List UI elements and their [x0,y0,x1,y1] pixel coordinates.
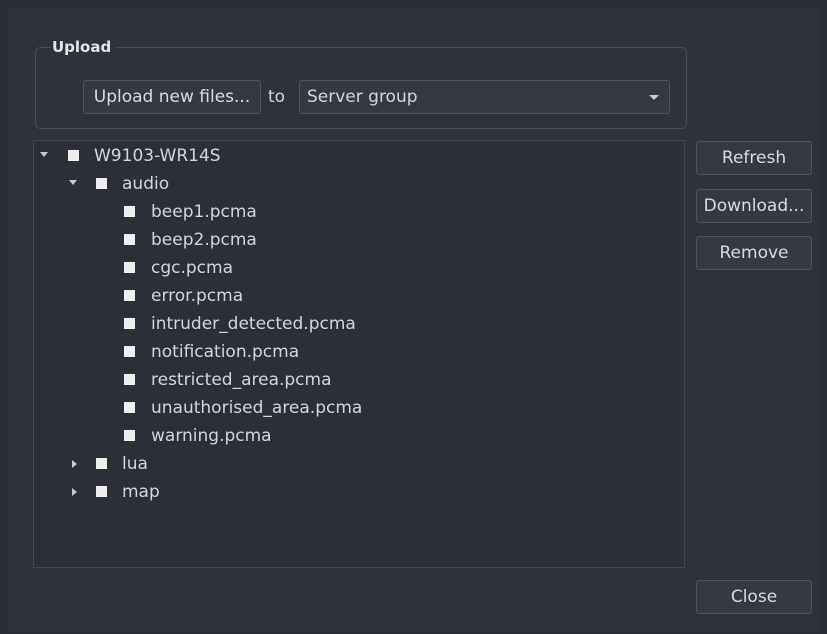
tree-file[interactable]: unauthorised_area.pcma [34,395,674,421]
file-label: restricted_area.pcma [151,370,332,390]
checkbox[interactable] [124,290,135,301]
tree-file[interactable]: cgc.pcma [34,255,674,281]
checkbox[interactable] [96,486,107,497]
file-label: beep2.pcma [151,230,257,250]
tree-file[interactable]: beep2.pcma [34,227,674,253]
tree-file[interactable]: intruder_detected.pcma [34,311,674,337]
tree-root-label: W9103-WR14S [94,146,221,166]
close-button[interactable]: Close [696,580,812,614]
checkbox[interactable] [124,206,135,217]
tree-file[interactable]: warning.pcma [34,423,674,449]
checkbox[interactable] [124,234,135,245]
folder-label: audio [122,174,170,194]
collapsed-arrow-icon[interactable] [72,488,77,496]
checkbox[interactable] [124,318,135,329]
checkbox[interactable] [124,262,135,273]
remove-button[interactable]: Remove [696,236,812,270]
checkbox[interactable] [96,178,107,189]
file-label: warning.pcma [151,426,272,446]
expanded-arrow-icon[interactable] [69,180,77,185]
checkbox[interactable] [124,430,135,441]
checkbox[interactable] [124,374,135,385]
chevron-down-icon [649,95,659,100]
tree-folder-audio[interactable]: audio [34,171,674,197]
tree-file[interactable]: notification.pcma [34,339,674,365]
tree-file[interactable]: beep1.pcma [34,199,674,225]
file-label: notification.pcma [151,342,300,362]
tree-root[interactable]: W9103-WR14S [34,143,674,169]
upload-new-files-button[interactable]: Upload new files... [83,80,261,114]
collapsed-arrow-icon[interactable] [72,460,77,468]
folder-label: lua [122,454,148,474]
upload-group-title: Upload [50,38,118,56]
tree-folder-map[interactable]: map [34,479,674,505]
download-button[interactable]: Download... [696,189,812,223]
file-tree[interactable]: W9103-WR14S audio beep1.pcma beep2.pcma … [33,140,685,568]
tree-folder-lua[interactable]: lua [34,451,674,477]
file-label: beep1.pcma [151,202,257,222]
folder-label: map [122,482,160,502]
target-select[interactable]: Server group [299,80,670,114]
file-label: unauthorised_area.pcma [151,398,363,418]
checkbox[interactable] [124,402,135,413]
tree-file[interactable]: error.pcma [34,283,674,309]
target-select-value: Server group [307,87,418,107]
file-label: intruder_detected.pcma [151,314,356,334]
file-label: error.pcma [151,286,244,306]
file-label: cgc.pcma [151,258,234,278]
tree-file[interactable]: restricted_area.pcma [34,367,674,393]
expanded-arrow-icon[interactable] [40,152,48,157]
to-label: to [268,87,286,107]
checkbox[interactable] [124,346,135,357]
checkbox[interactable] [68,150,79,161]
checkbox[interactable] [96,458,107,469]
refresh-button[interactable]: Refresh [696,141,812,175]
